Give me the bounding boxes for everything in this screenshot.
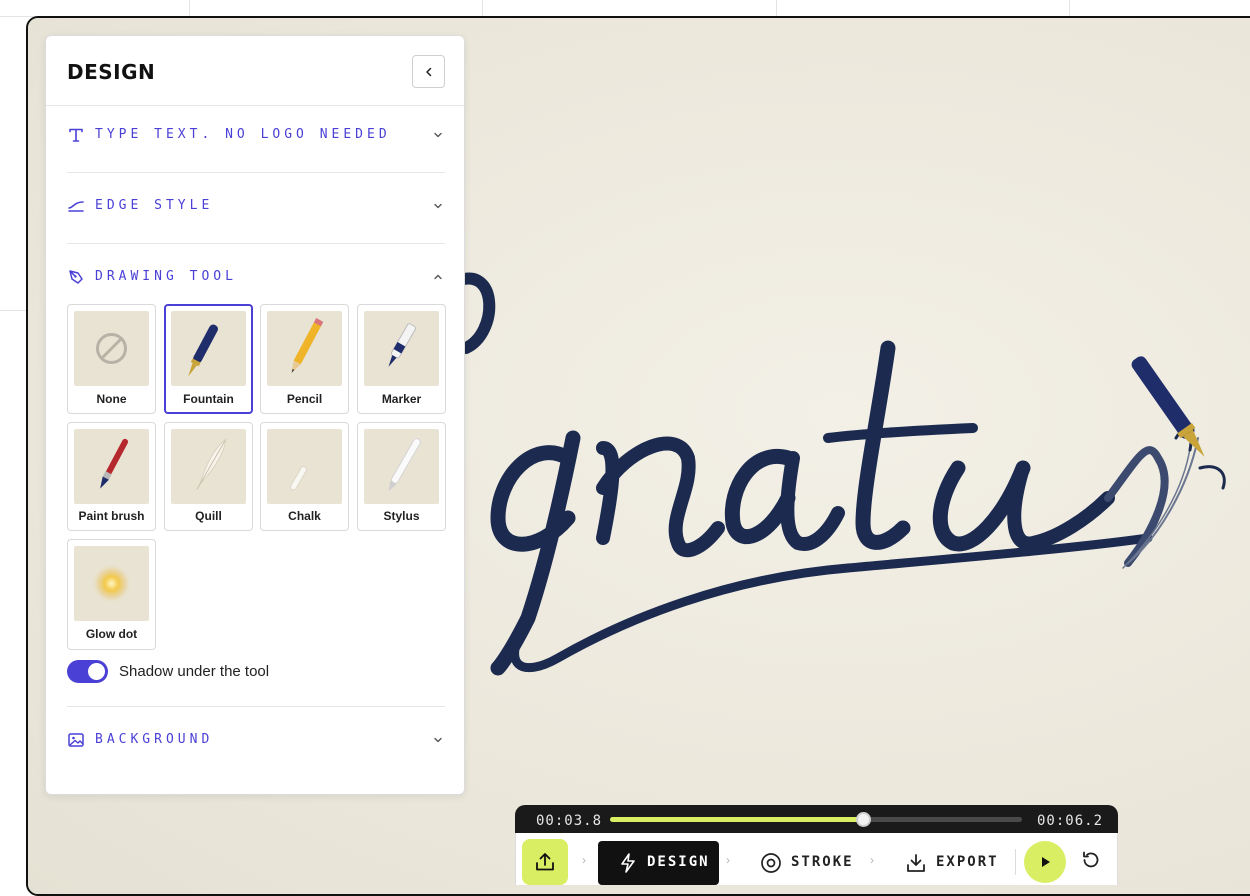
chevron-right-icon: › xyxy=(582,853,586,867)
divider xyxy=(67,243,445,244)
tool-chalk[interactable]: Chalk xyxy=(260,422,349,531)
tool-thumbnail xyxy=(171,311,246,386)
chevron-right-icon: › xyxy=(870,853,874,867)
edge-curve-icon xyxy=(68,201,84,212)
tool-thumbnail xyxy=(267,311,342,386)
step-label: EXPORT xyxy=(936,854,999,870)
collapse-panel-button[interactable] xyxy=(412,55,445,88)
step-stroke[interactable]: STROKE xyxy=(760,841,860,885)
section-label: DRAWING TOOL xyxy=(95,269,237,284)
tool-name: Stylus xyxy=(383,509,420,523)
chevron-down-icon xyxy=(434,203,442,209)
current-time: 00:03.8 xyxy=(536,813,603,829)
lightning-icon xyxy=(621,853,635,873)
tool-thumbnail xyxy=(364,429,439,504)
tool-stylus[interactable]: Stylus xyxy=(357,422,446,531)
section-type-text[interactable]: TYPE TEXT. NO LOGO NEEDED xyxy=(67,107,445,163)
chevron-down-icon xyxy=(434,132,442,138)
toggle-knob xyxy=(88,663,105,680)
divider xyxy=(67,172,445,173)
fountain-pen-icon xyxy=(188,324,219,377)
tool-name: Paint brush xyxy=(78,509,145,523)
step-export[interactable]: EXPORT xyxy=(905,841,1005,885)
chalk-icon xyxy=(290,466,307,491)
step-label: DESIGN xyxy=(647,854,710,870)
section-drawing-tool[interactable]: DRAWING TOOL xyxy=(67,249,445,305)
shadow-toggle[interactable] xyxy=(67,660,108,683)
tool-name: Fountain xyxy=(183,392,234,406)
panel-header: DESIGN xyxy=(46,36,464,106)
tool-thumbnail xyxy=(74,311,149,386)
divider xyxy=(67,706,445,707)
play-icon xyxy=(1042,857,1050,867)
top-grid-strip xyxy=(0,0,1250,17)
section-background[interactable]: BACKGROUND xyxy=(67,712,445,768)
timeline-thumb[interactable] xyxy=(855,812,871,827)
tool-name: Pencil xyxy=(286,392,323,406)
divider xyxy=(1015,849,1016,875)
paint-brush-icon xyxy=(100,438,129,489)
timeline-progress xyxy=(610,817,863,822)
tool-paint-brush[interactable]: Paint brush xyxy=(67,422,156,531)
tool-pencil[interactable]: Pencil xyxy=(260,304,349,414)
tool-name: Marker xyxy=(381,392,422,406)
timeline-scrubber[interactable] xyxy=(610,812,1022,827)
section-label: TYPE TEXT. NO LOGO NEEDED xyxy=(95,127,391,142)
playback-bar: 00:03.8 00:06.2 › DESIGN › STROKE › EXPO… xyxy=(515,805,1118,885)
tool-none[interactable]: None xyxy=(67,304,156,414)
none-icon xyxy=(96,333,127,364)
chevron-right-icon: › xyxy=(726,853,730,867)
tool-fountain[interactable]: Fountain xyxy=(164,304,253,414)
upload-button[interactable] xyxy=(522,839,568,885)
shadow-toggle-label: Shadow under the tool xyxy=(119,663,270,680)
shadow-toggle-row: Shadow under the tool xyxy=(67,660,445,684)
restart-button[interactable] xyxy=(1078,847,1104,873)
grid-line xyxy=(0,310,28,311)
upload-icon xyxy=(536,853,554,871)
section-label: EDGE STYLE xyxy=(95,198,214,213)
tool-glow-dot[interactable]: Glow dot xyxy=(67,539,156,650)
tool-thumbnail xyxy=(74,546,149,621)
fountain-pen-cursor xyxy=(1131,356,1205,457)
step-label: STROKE xyxy=(791,854,854,870)
tool-name: Chalk xyxy=(288,509,321,523)
section-label: BACKGROUND xyxy=(95,732,214,747)
step-navigation: › DESIGN › STROKE › EXPORT xyxy=(515,833,1118,885)
target-icon xyxy=(761,853,781,873)
tool-quill[interactable]: Quill xyxy=(164,422,253,531)
play-button[interactable] xyxy=(1024,841,1066,883)
marker-icon xyxy=(388,323,417,367)
chevron-down-icon xyxy=(434,737,442,743)
glow-dot-icon xyxy=(91,563,132,604)
pencil-icon xyxy=(291,318,324,373)
section-edge-style[interactable]: EDGE STYLE xyxy=(67,178,445,234)
restart-icon xyxy=(1083,851,1099,868)
text-type-icon xyxy=(69,128,83,142)
download-icon xyxy=(907,854,925,872)
tool-name: None xyxy=(96,392,127,406)
step-design[interactable]: DESIGN xyxy=(598,841,719,885)
chevron-up-icon xyxy=(434,274,442,280)
pen-tool-icon xyxy=(69,270,83,284)
tool-name: Quill xyxy=(195,509,222,523)
chevron-left-icon xyxy=(425,67,431,76)
design-panel: DESIGN TYPE TEXT. NO LOGO NEEDED EDGE ST… xyxy=(45,35,465,795)
tool-thumbnail xyxy=(267,429,342,504)
panel-title: DESIGN xyxy=(67,60,156,84)
total-time: 00:06.2 xyxy=(1037,813,1104,829)
tool-name: Glow dot xyxy=(85,627,138,641)
tool-marker[interactable]: Marker xyxy=(357,304,446,414)
image-icon xyxy=(68,733,84,747)
stylus-icon xyxy=(388,438,421,492)
quill-icon xyxy=(196,437,227,490)
tool-thumbnail xyxy=(171,429,246,504)
tool-thumbnail xyxy=(74,429,149,504)
tool-thumbnail xyxy=(364,311,439,386)
